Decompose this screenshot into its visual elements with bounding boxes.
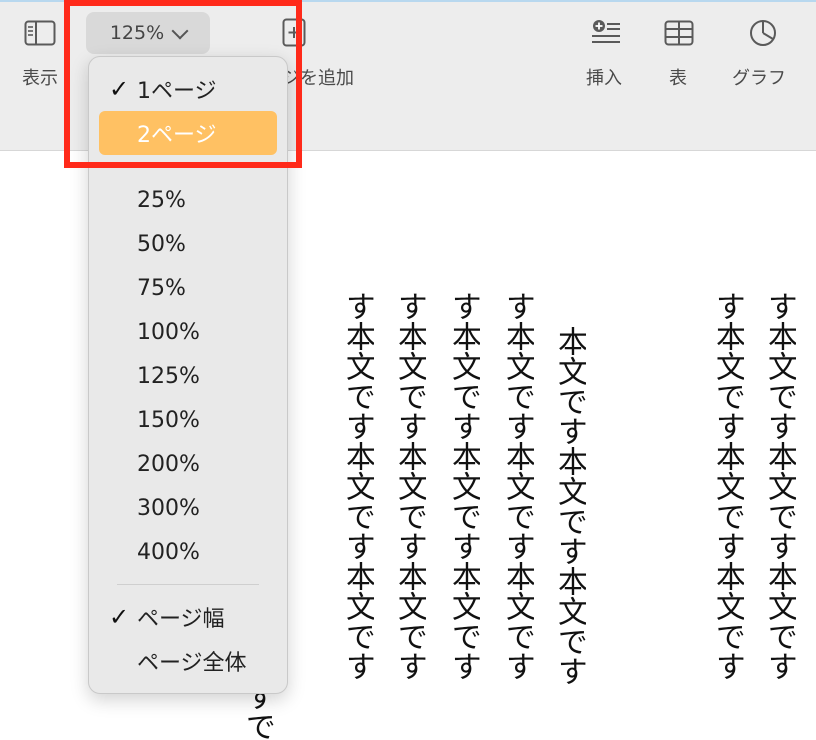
- insert-label[interactable]: 挿入: [586, 64, 622, 90]
- menu-item-label: 2ページ: [137, 123, 217, 148]
- zoom-button[interactable]: 125%: [86, 12, 210, 54]
- menu-item-zoom-200[interactable]: 200%: [99, 442, 277, 486]
- text-column[interactable]: 本文です本文です本文です: [556, 326, 586, 740]
- menu-item-label: 25%: [137, 187, 186, 213]
- menu-item-zoom-50[interactable]: 50%: [99, 222, 277, 266]
- checkmark-icon: ✓: [109, 75, 130, 103]
- menu-item-label: ページ幅: [137, 607, 225, 632]
- menu-item-label: ページ全体: [137, 651, 247, 676]
- menu-item-label: 100%: [137, 319, 200, 345]
- menu-item-1-page[interactable]: ✓ 1ページ: [99, 67, 277, 111]
- table-icon[interactable]: [664, 20, 694, 50]
- view-label[interactable]: 表示: [22, 64, 58, 90]
- menu-item-label: 150%: [137, 407, 200, 433]
- menu-item-label: 50%: [137, 231, 186, 257]
- add-page-label[interactable]: ジを追加: [282, 64, 354, 90]
- pages-window: 表示 125% ジを追加 挿入 表 グラフ すです す本文です本文です本文です …: [0, 0, 816, 740]
- sidebar-icon[interactable]: [24, 20, 56, 50]
- text-column[interactable]: す本文です本文です本文です: [396, 291, 426, 740]
- text-column[interactable]: す本文です本文です本文です: [504, 291, 534, 740]
- menu-item-zoom-75[interactable]: 75%: [99, 266, 277, 310]
- menu-item-label: 200%: [137, 451, 200, 477]
- menu-item-label: 75%: [137, 275, 186, 301]
- text-column[interactable]: す本文です本文です本文です: [344, 291, 374, 740]
- menu-item-zoom-150[interactable]: 150%: [99, 398, 277, 442]
- pie-chart-icon[interactable]: [748, 18, 778, 52]
- text-column[interactable]: す本文です本文です本文です: [766, 291, 796, 740]
- menu-item-zoom-25[interactable]: 25%: [99, 178, 277, 222]
- chevron-down-icon: [171, 22, 189, 40]
- zoom-menu: ✓ 1ページ 2ページ 25% 50% 75% 100% 125% 150% 2…: [88, 56, 288, 694]
- menu-item-whole-page[interactable]: ページ全体: [99, 639, 277, 683]
- menu-item-label: 125%: [137, 363, 200, 389]
- table-label[interactable]: 表: [669, 64, 687, 90]
- menu-item-zoom-300[interactable]: 300%: [99, 486, 277, 530]
- checkmark-icon: ✓: [109, 603, 130, 631]
- menu-item-label: 300%: [137, 495, 200, 521]
- text-column[interactable]: す本文です本文です本文です: [450, 291, 480, 740]
- zoom-value: 125%: [109, 22, 165, 44]
- menu-item-label: 400%: [137, 539, 200, 565]
- menu-item-page-width[interactable]: ✓ ページ幅: [99, 595, 277, 639]
- menu-item-zoom-125[interactable]: 125%: [99, 354, 277, 398]
- text-column[interactable]: す本文です本文です本文です: [714, 291, 744, 740]
- add-page-icon[interactable]: [282, 18, 306, 52]
- menu-divider: [117, 584, 259, 585]
- menu-item-2-pages[interactable]: 2ページ: [99, 111, 277, 155]
- menu-item-label: 1ページ: [137, 79, 217, 104]
- menu-item-zoom-100[interactable]: 100%: [99, 310, 277, 354]
- chart-label[interactable]: グラフ: [732, 64, 786, 90]
- menu-item-zoom-400[interactable]: 400%: [99, 530, 277, 574]
- insert-icon[interactable]: [590, 18, 622, 52]
